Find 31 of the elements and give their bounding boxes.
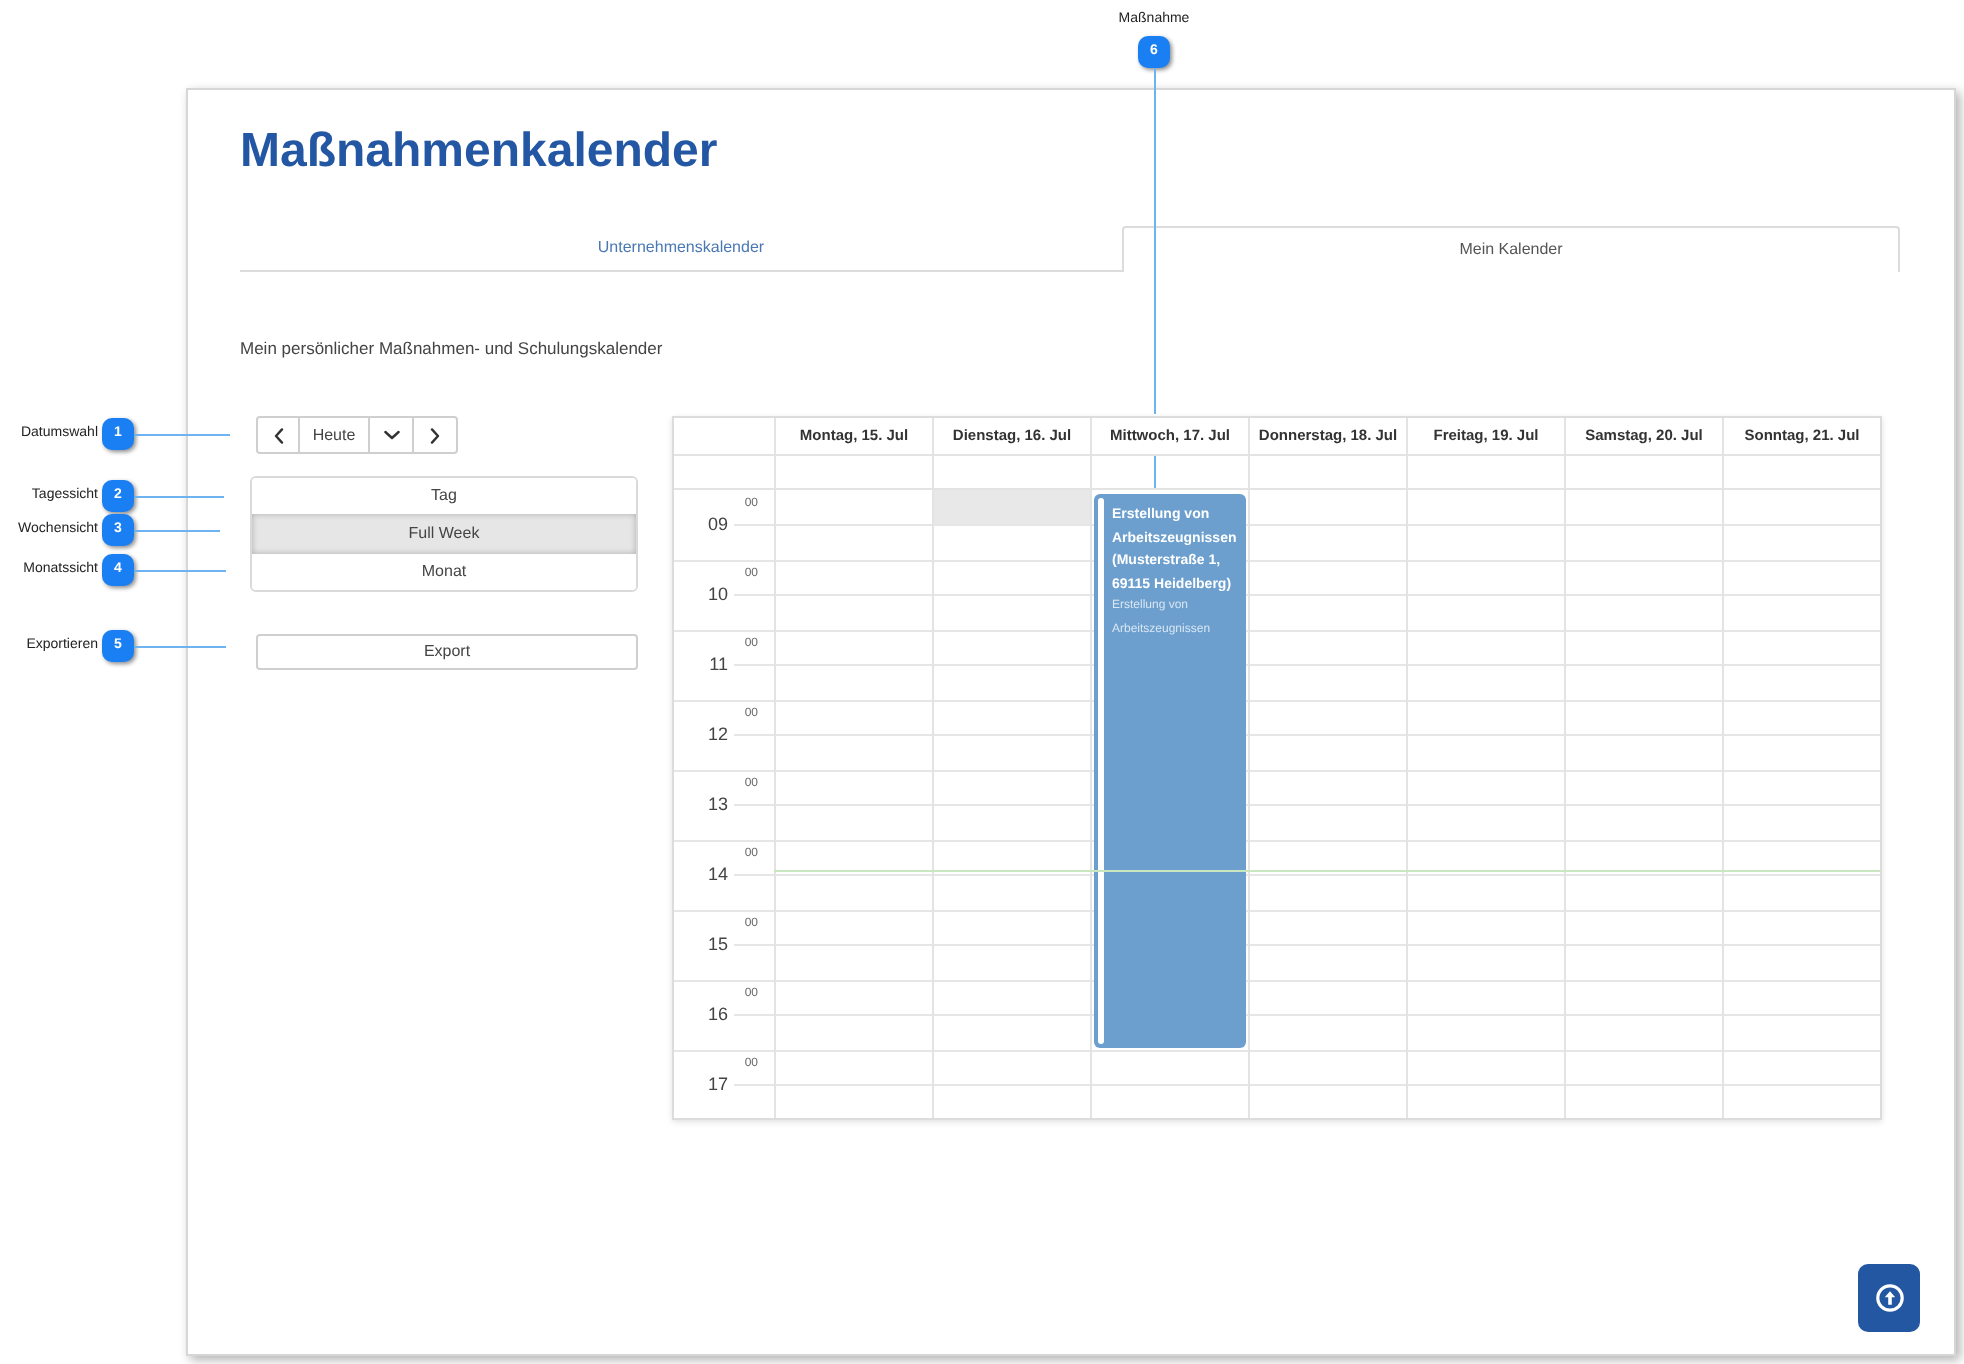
chevron-left-icon (273, 427, 283, 443)
arrow-up-circle-icon (1875, 1284, 1903, 1312)
today-button[interactable]: Heute (298, 416, 370, 454)
highlighted-time-slot[interactable] (934, 490, 1090, 524)
next-button[interactable] (412, 416, 458, 454)
hour-label: 09 (705, 514, 728, 536)
hour-label: 13 (705, 794, 728, 816)
dropdown-button[interactable] (368, 416, 414, 454)
scroll-to-top-button[interactable] (1858, 1264, 1920, 1332)
export-button[interactable]: Export (256, 634, 638, 670)
hour-label: 14 (705, 864, 728, 886)
leader-line (134, 569, 226, 571)
leader-line (1154, 456, 1156, 488)
hour-label: 15 (705, 934, 728, 956)
hour-label: 16 (705, 1004, 728, 1026)
previous-button[interactable] (256, 416, 300, 454)
tab[interactable]: Mein Kalender (1122, 226, 1900, 272)
subtitle: Mein persönlicher Maßnahmen- und Schulungskalender (240, 336, 665, 360)
chevron-down-icon (383, 430, 399, 440)
leader-line (134, 529, 220, 531)
leader-line (134, 433, 230, 435)
tab[interactable]: Unternehmenskalender (240, 226, 1122, 272)
hour-label: 11 (707, 654, 728, 676)
hour-label: 12 (705, 724, 728, 746)
leader-line (134, 645, 226, 647)
page-title: Maßnahmenkalender (240, 124, 720, 180)
view-button[interactable]: Full Week (252, 514, 636, 554)
leader-line (134, 495, 224, 497)
chevron-right-icon (430, 427, 440, 443)
hour-label: 10 (705, 584, 728, 606)
hour-label: 17 (705, 1074, 728, 1096)
